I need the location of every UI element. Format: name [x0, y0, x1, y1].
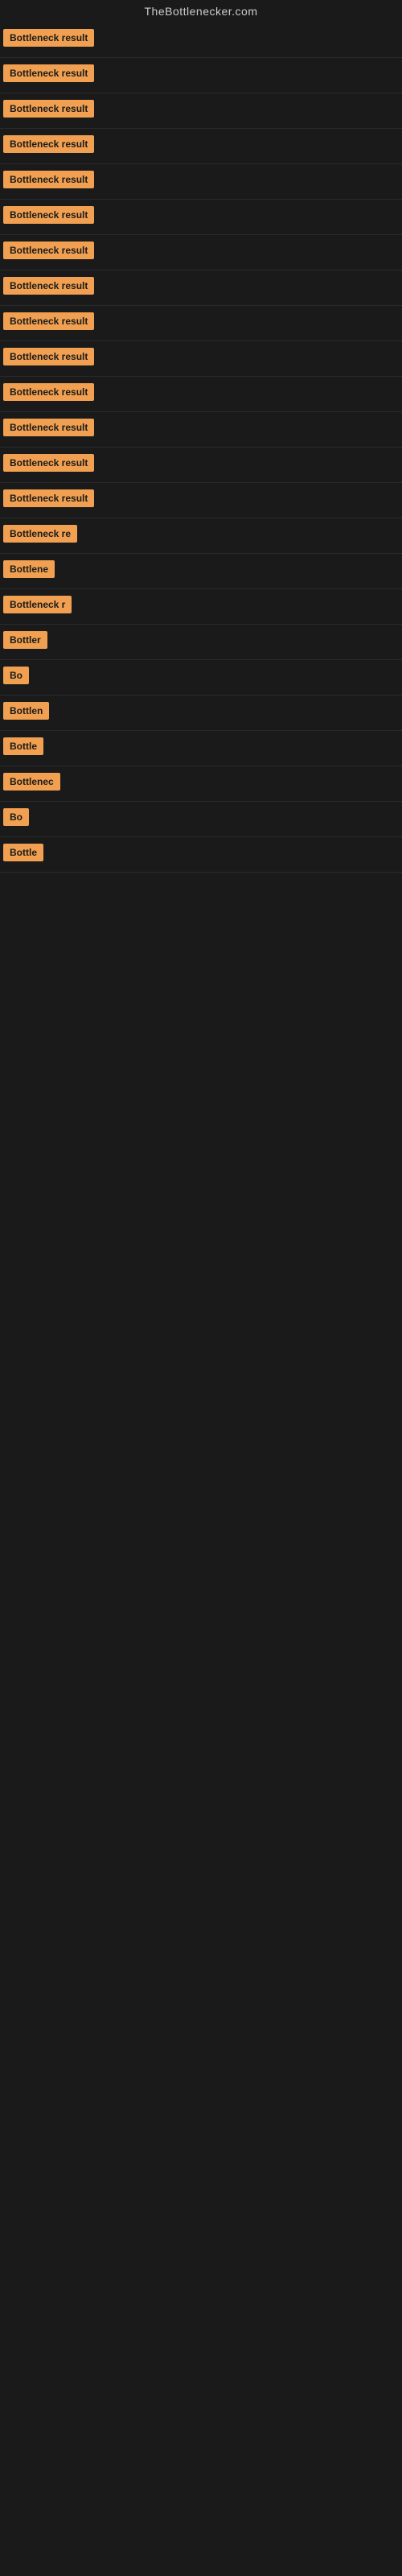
bottleneck-result-badge[interactable]: Bottleneck result [3, 206, 94, 224]
list-item: Bottleneck result [0, 93, 402, 129]
list-item: Bottleneck result [0, 23, 402, 58]
bottleneck-result-badge[interactable]: Bottleneck result [3, 64, 94, 82]
list-item: Bottlene [0, 554, 402, 589]
bottleneck-result-badge[interactable]: Bo [3, 808, 29, 826]
list-item: Bottleneck result [0, 483, 402, 518]
bottleneck-result-badge[interactable]: Bottleneck result [3, 135, 94, 153]
bottleneck-result-badge[interactable]: Bottleneck result [3, 100, 94, 118]
list-item: Bottleneck result [0, 129, 402, 164]
list-item: Bottleneck result [0, 270, 402, 306]
bottleneck-result-badge[interactable]: Bottler [3, 631, 47, 649]
bottleneck-result-badge[interactable]: Bo [3, 667, 29, 684]
site-header: TheBottlenecker.com [0, 0, 402, 23]
bottleneck-result-badge[interactable]: Bottleneck result [3, 242, 94, 259]
list-item: Bottle [0, 837, 402, 873]
list-item: Bottler [0, 625, 402, 660]
bottleneck-result-badge[interactable]: Bottleneck result [3, 454, 94, 472]
list-item: Bottleneck re [0, 518, 402, 554]
list-item: Bo [0, 660, 402, 696]
list-item: Bottleneck result [0, 341, 402, 377]
list-item: Bottleneck result [0, 200, 402, 235]
rows-container: Bottleneck result Bottleneck result Bottle… [0, 23, 402, 873]
bottleneck-result-badge[interactable]: Bottleneck result [3, 277, 94, 295]
list-item: Bottleneck result [0, 306, 402, 341]
bottleneck-result-badge[interactable]: Bottleneck result [3, 383, 94, 401]
bottleneck-result-badge[interactable]: Bottleneck r [3, 596, 72, 613]
bottleneck-result-badge[interactable]: Bottle [3, 844, 43, 861]
bottleneck-result-badge[interactable]: Bottleneck result [3, 171, 94, 188]
bottleneck-result-badge[interactable]: Bottlene [3, 560, 55, 578]
list-item: Bottlen [0, 696, 402, 731]
bottleneck-result-badge[interactable]: Bottle [3, 737, 43, 755]
list-item: Bottleneck result [0, 164, 402, 200]
bottleneck-result-badge[interactable]: Bottleneck result [3, 489, 94, 507]
bottleneck-result-badge[interactable]: Bottleneck result [3, 312, 94, 330]
list-item: Bottleneck result [0, 377, 402, 412]
bottleneck-result-badge[interactable]: Bottleneck re [3, 525, 77, 543]
bottleneck-result-badge[interactable]: Bottleneck result [3, 348, 94, 365]
bottleneck-result-badge[interactable]: Bottleneck result [3, 29, 94, 47]
list-item: Bottleneck result [0, 412, 402, 448]
bottleneck-result-badge[interactable]: Bottleneck result [3, 419, 94, 436]
list-item: Bottlenec [0, 766, 402, 802]
list-item: Bo [0, 802, 402, 837]
list-item: Bottleneck result [0, 448, 402, 483]
list-item: Bottleneck result [0, 235, 402, 270]
list-item: Bottle [0, 731, 402, 766]
list-item: Bottleneck result [0, 58, 402, 93]
list-item: Bottleneck r [0, 589, 402, 625]
site-title: TheBottlenecker.com [0, 0, 402, 23]
bottleneck-result-badge[interactable]: Bottlenec [3, 773, 60, 791]
bottleneck-result-badge[interactable]: Bottlen [3, 702, 49, 720]
